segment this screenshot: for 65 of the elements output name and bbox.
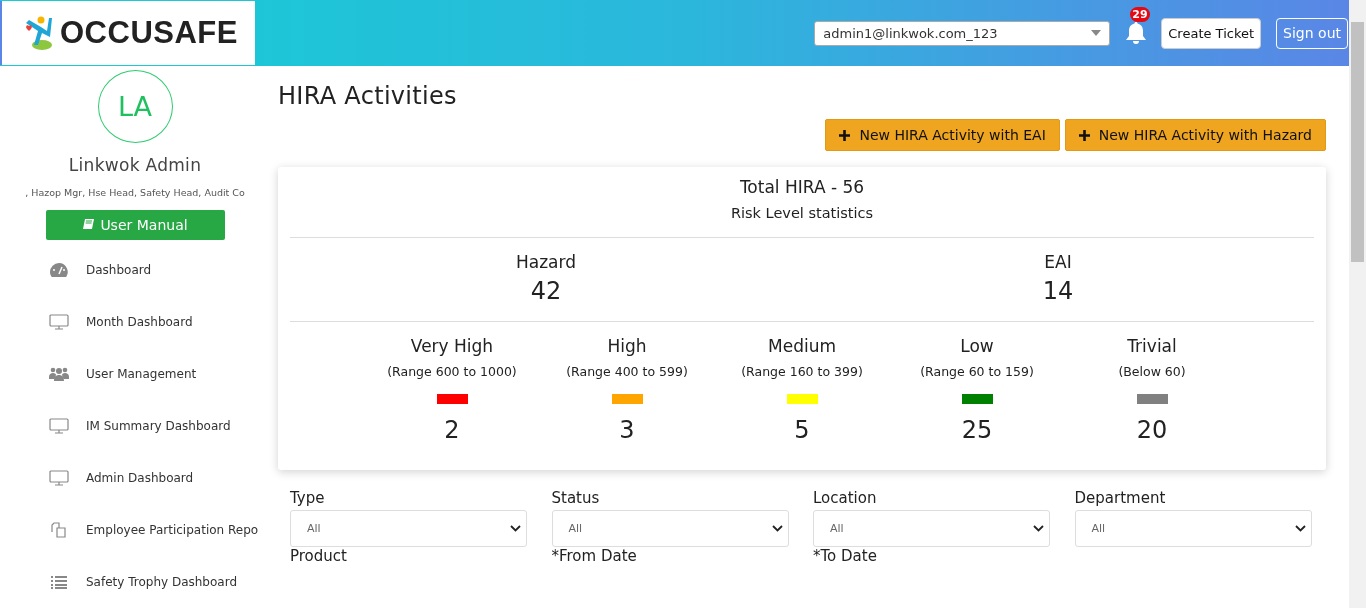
risk-level-range: (Range 600 to 1000) [387,364,517,379]
filter-label: Product [290,547,348,565]
category-label: Hazard [516,252,576,272]
risk-level-name: Medium [768,336,836,356]
total-heading: Total HIRA - 56 [739,177,865,197]
category-label: EAI [1044,252,1072,272]
filter-select[interactable]: All [551,510,789,547]
chevron-down-icon [1033,525,1044,532]
sidebar-item[interactable]: Employee Participation Repo [0,504,270,556]
filter-label: Location [813,489,878,507]
sidebar-item[interactable]: IM Summary Dashboard [0,400,270,452]
filter-label: Type [290,489,326,507]
monitor-icon [49,470,69,486]
filter-select[interactable]: All [813,510,1050,547]
risk-level-count: 20 [1136,416,1168,444]
sidebar-item[interactable]: Dashboard [0,244,270,296]
category-count: 14 [1042,277,1074,305]
risk-level-range: (Range 400 to 599) [566,364,688,379]
plus-icon [839,129,851,141]
list-icon [49,574,69,590]
dashboard-gauge-icon [49,262,69,278]
category-count: 42 [530,277,562,305]
copy-icon [49,522,69,538]
card-subtitle: Risk Level statistics [730,205,874,221]
plus-icon [1078,129,1090,141]
filter-label: *From Date [551,547,638,565]
risk-level-count: 3 [619,416,635,444]
book-icon [82,218,96,232]
chevron-down-icon [1294,525,1306,532]
filter-label: Status [551,489,601,507]
filter-label: *To Date [813,547,878,565]
chevron-down-icon [510,525,521,532]
logo-text: OCCUSAFE [60,15,238,51]
monitor-icon [49,314,69,330]
sidebar-item[interactable]: Month Dashboard [0,296,270,348]
create-ticket-button[interactable]: Create Ticket [1161,17,1262,49]
notification-count-badge: 29 [1130,7,1150,22]
filter-select[interactable]: All [290,510,527,547]
sidebar-item[interactable]: User Management [0,348,270,400]
new-activity-button[interactable]: New HIRA Activity with EAI [825,119,1060,151]
risk-level-range: (Range 60 to 159) [920,364,1034,379]
filter-select[interactable]: All [1074,510,1312,547]
monitor-icon [49,418,69,434]
risk-level-count: 25 [961,416,993,444]
user-roles: , Hazop Mgr, Hse Head, Safety Head, Audit Co [25,186,245,198]
scrollbar[interactable] [1349,0,1366,608]
user-name: Linkwok Admin [68,154,202,175]
risk-level-name: Low [960,336,994,356]
sidebar-item[interactable]: Admin Dashboard [0,452,270,504]
risk-level-name: High [607,336,647,356]
account-select[interactable]: admin1@linkwok.com_123 [814,20,1111,46]
users-icon [49,366,69,382]
sidebar-item[interactable]: Safety Trophy Dashboard [0,556,270,608]
chevron-down-icon [771,525,783,532]
bell-icon[interactable] [1125,21,1148,45]
risk-level-name: Trivial [1127,336,1177,356]
risk-level-name: Very High [410,336,494,356]
risk-level-range: (Range 160 to 399) [741,364,863,379]
dropdown-caret-icon [1091,30,1102,36]
risk-level-count: 2 [444,416,460,444]
page-title: HIRA Activities [278,82,458,110]
risk-level-range: (Below 60) [1118,364,1186,379]
risk-level-count: 5 [794,416,810,444]
filter-label: Department [1074,489,1167,507]
new-activity-button[interactable]: New HIRA Activity with Hazard [1064,119,1326,151]
